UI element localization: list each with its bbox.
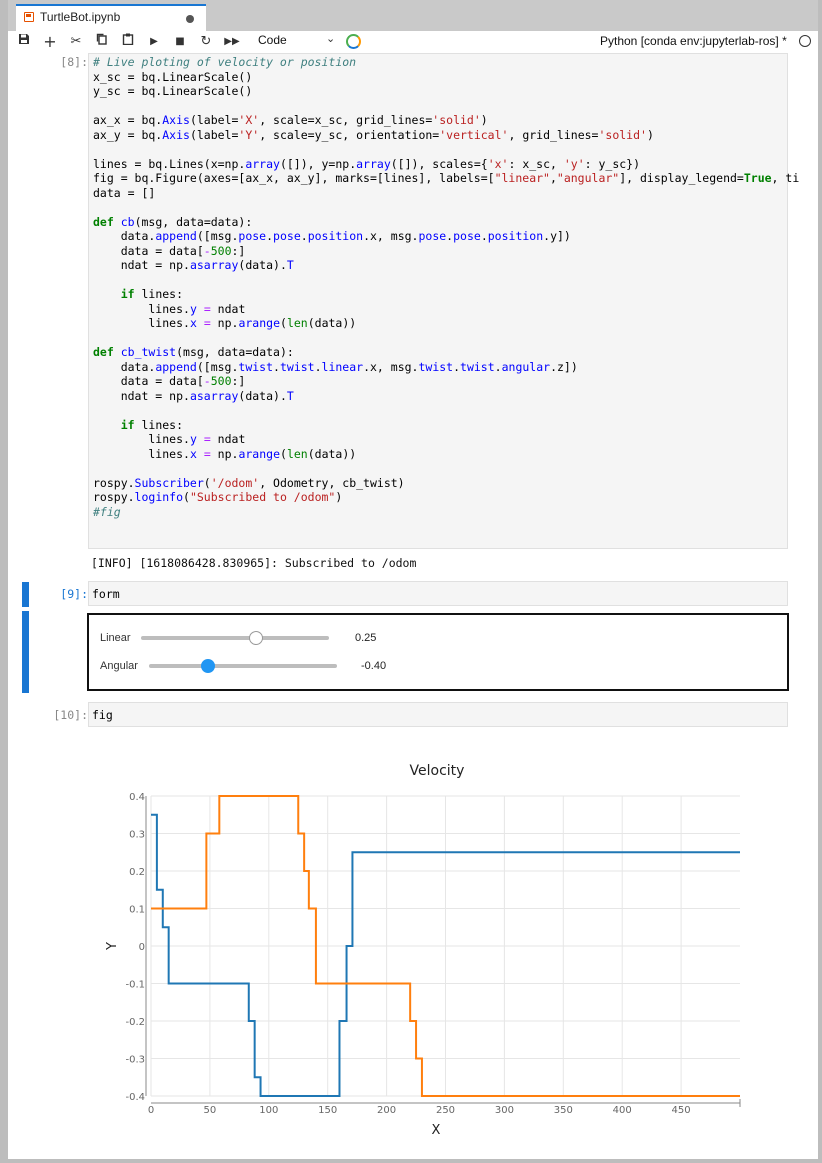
x-tick-label: 300 <box>495 1105 514 1116</box>
x-tick-label: 200 <box>377 1105 396 1116</box>
code-editor[interactable]: # Live ploting of velocity or position x… <box>93 55 799 519</box>
linear-label: Linear <box>100 632 131 644</box>
stop-icon[interactable]: ■ <box>170 32 190 52</box>
y-tick-label: -0.3 <box>125 1055 145 1066</box>
chart-axes: 0 50 100 150 200 250 300 350 400 450 0.4 0.3 0.2 0.1 0… <box>125 792 741 1116</box>
kernel-status-icon <box>346 34 361 49</box>
notebook-tab[interactable]: TurtleBot.ipynb <box>16 4 206 31</box>
slider-handle[interactable] <box>248 631 263 645</box>
x-tick-label: 400 <box>613 1105 632 1116</box>
chart-title: Velocity <box>410 763 465 779</box>
x-tick-label: 450 <box>672 1105 691 1116</box>
y-tick-label: 0.1 <box>129 905 145 916</box>
chart-grid <box>150 795 740 1097</box>
slider-track <box>149 664 337 668</box>
velocity-chart: Velocity 0 50 100 150 200 250 300 350 400 4500.40… <box>105 763 741 1138</box>
kernel-name[interactable]: Python [conda env:jupyterlab-ros] * <box>600 34 787 48</box>
x-tick-label: 50 <box>204 1105 217 1116</box>
y-tick-label: -0.4 <box>125 1092 145 1103</box>
cell-prompt: [10]: <box>53 708 88 722</box>
linear-slider[interactable] <box>141 630 329 646</box>
restart-icon[interactable]: ↻ <box>196 32 216 52</box>
cell-prompt: [9]: <box>60 587 88 601</box>
x-tick-label: 350 <box>554 1105 573 1116</box>
cut-icon[interactable]: ✂ <box>66 32 86 52</box>
tab-title: TurtleBot.ipynb <box>40 10 121 24</box>
angular-label: Angular <box>100 660 138 672</box>
y-tick-label: -0.2 <box>125 1017 145 1028</box>
angular-value[interactable]: -0.40 <box>361 660 386 672</box>
paste-icon[interactable] <box>118 32 138 52</box>
notebook-icon <box>24 12 34 22</box>
x-axis-label: X <box>432 1123 441 1138</box>
run-icon[interactable]: ▶ <box>144 32 164 52</box>
add-cell-icon[interactable]: + <box>40 32 60 52</box>
fast-forward-icon[interactable]: ▶▶ <box>222 32 242 52</box>
slider-track <box>141 636 329 640</box>
x-tick-label: 150 <box>318 1105 337 1116</box>
save-icon[interactable] <box>14 32 34 52</box>
slider-handle[interactable] <box>201 659 216 673</box>
y-tick-label: 0.2 <box>129 867 145 878</box>
x-tick-label: 100 <box>259 1105 278 1116</box>
notebook-panel[interactable]: [8]: # Live ploting of velocity or posit… <box>8 53 818 1159</box>
tab-strip: TurtleBot.ipynb <box>8 0 818 31</box>
y-tick-label: -0.1 <box>125 980 145 991</box>
code-editor[interactable]: fig <box>92 708 113 723</box>
angular-slider[interactable] <box>149 658 337 674</box>
notebook-toolbar: + ✂ ▶ ■ ↻ ▶▶ Code ⌄ Python [conda env:ju… <box>8 31 818 54</box>
slider-form: Linear 0.25 Angular -0.40 <box>87 613 789 691</box>
code-cell-9[interactable]: form <box>88 581 788 606</box>
x-tick-label: 250 <box>436 1105 455 1116</box>
active-output-bar <box>22 611 29 693</box>
linear-value[interactable]: 0.25 <box>355 632 376 644</box>
cell-prompt: [8]: <box>60 55 88 69</box>
unsaved-dot-icon[interactable] <box>186 15 194 23</box>
copy-icon[interactable] <box>92 32 112 52</box>
kernel-idle-icon <box>799 35 811 47</box>
code-cell-10[interactable]: fig <box>88 702 788 727</box>
y-tick-label: 0.3 <box>129 830 145 841</box>
cell-output-text: [INFO] [1618086428.830965]: Subscribed t… <box>91 556 417 570</box>
code-cell-8[interactable]: # Live ploting of velocity or position x… <box>88 53 799 549</box>
y-axis-label: Y <box>105 942 120 951</box>
y-tick-label: 0 <box>139 942 145 953</box>
cell-type-select[interactable]: Code <box>258 33 287 47</box>
chevron-down-icon[interactable]: ⌄ <box>326 32 335 45</box>
x-tick-label: 0 <box>148 1105 154 1116</box>
y-tick-label: 0.4 <box>129 792 145 803</box>
code-editor[interactable]: form <box>92 587 120 602</box>
